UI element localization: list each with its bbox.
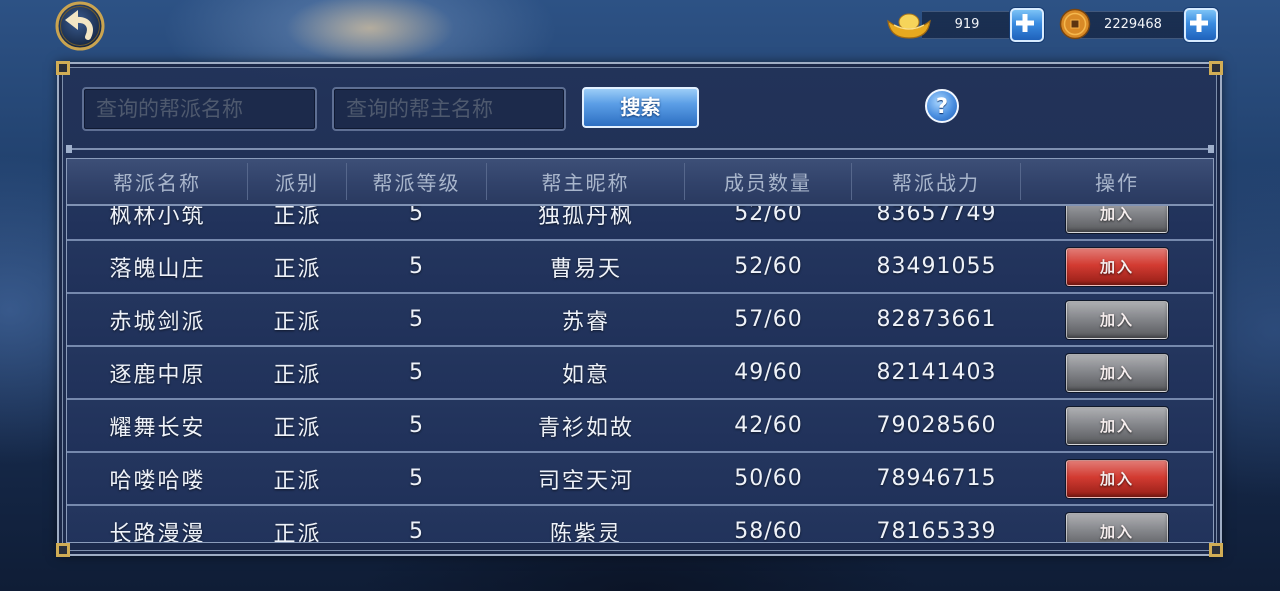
- join-guild-button[interactable]: 加入: [1066, 512, 1168, 542]
- table-row: 落魄山庄 正派 5 曹易天 52/60 83491055 加入: [67, 241, 1213, 294]
- guild-name-cell: 长路漫漫: [109, 521, 206, 543]
- join-guild-button[interactable]: 加入: [1066, 459, 1168, 498]
- member-count-cell: 52/60: [734, 206, 803, 226]
- guild-level-cell: 5: [409, 206, 425, 226]
- copper-coin-icon: [1059, 8, 1091, 44]
- action-cell: 加入: [1021, 400, 1213, 451]
- guild-level-cell: 5: [409, 413, 425, 438]
- gold-ingot-icon: [886, 9, 932, 45]
- panel-corner-ornament: [56, 543, 70, 557]
- faction-cell: 正派: [273, 256, 322, 282]
- leader-name-cell: 陈紫灵: [549, 521, 622, 543]
- faction-cell: 正派: [273, 468, 322, 494]
- guild-level-cell: 5: [409, 254, 425, 279]
- faction-cell: 正派: [273, 415, 322, 441]
- add-gold-button[interactable]: [1010, 8, 1044, 42]
- leader-name-cell: 如意: [561, 362, 610, 388]
- table-row: 长路漫漫 正派 5 陈紫灵 58/60 78165339 加入: [67, 506, 1213, 542]
- join-guild-button[interactable]: 加入: [1066, 353, 1168, 392]
- guild-level-cell: 5: [409, 307, 425, 332]
- table-header: 帮派名称 派别 帮派等级 帮主昵称 成员数量 帮派战力 操作: [67, 159, 1213, 206]
- divider-end-ornament: [1208, 145, 1214, 153]
- table-row: 逐鹿中原 正派 5 如意 49/60 82141403 加入: [67, 347, 1213, 400]
- member-count-cell: 58/60: [734, 519, 803, 542]
- member-count-cell: 57/60: [734, 307, 803, 332]
- join-guild-button[interactable]: 加入: [1066, 247, 1168, 286]
- back-button[interactable]: [54, 0, 106, 52]
- faction-cell: 正派: [273, 521, 322, 543]
- back-arrow-icon: [55, 1, 105, 51]
- column-header-guild-name: 帮派名称: [67, 163, 248, 200]
- divider-end-ornament: [66, 145, 72, 153]
- guild-table: 帮派名称 派别 帮派等级 帮主昵称 成员数量 帮派战力 操作 枫林小筑 正派 5…: [66, 158, 1214, 543]
- join-guild-button[interactable]: 加入: [1066, 406, 1168, 445]
- add-copper-button[interactable]: [1184, 8, 1218, 42]
- member-count-cell: 52/60: [734, 254, 803, 279]
- action-cell: 加入: [1021, 453, 1213, 504]
- guild-name-cell: 赤城剑派: [109, 309, 206, 335]
- guild-power-cell: 83491055: [876, 254, 997, 279]
- section-divider: [66, 148, 1214, 150]
- panel-corner-ornament: [1209, 543, 1223, 557]
- table-body-scroll-area[interactable]: 枫林小筑 正派 5 独孤丹枫 52/60 83657749 加入 落魄山庄 正派…: [67, 206, 1213, 542]
- guild-name-cell: 耀舞长安: [109, 415, 206, 441]
- faction-cell: 正派: [273, 362, 322, 388]
- guild-name-cell: 逐鹿中原: [109, 362, 206, 388]
- panel-corner-ornament: [1209, 61, 1223, 75]
- guild-level-cell: 5: [409, 360, 425, 385]
- table-rows: 枫林小筑 正派 5 独孤丹枫 52/60 83657749 加入 落魄山庄 正派…: [67, 206, 1213, 542]
- faction-cell: 正派: [273, 309, 322, 335]
- guild-name-cell: 落魄山庄: [109, 256, 206, 282]
- guild-name-cell: 枫林小筑: [109, 206, 206, 229]
- gold-ingot-value: 919: [922, 11, 1012, 39]
- leader-name-search-input[interactable]: [332, 87, 566, 131]
- member-count-cell: 50/60: [734, 466, 803, 491]
- panel-corner-ornament: [56, 61, 70, 75]
- leader-name-cell: 青衫如故: [537, 415, 634, 441]
- guild-power-cell: 79028560: [876, 413, 997, 438]
- plus-icon: [1190, 14, 1208, 32]
- table-row: 哈喽哈喽 正派 5 司空天河 50/60 78946715 加入: [67, 453, 1213, 506]
- guild-power-cell: 78946715: [876, 466, 997, 491]
- help-icon[interactable]: ?: [925, 89, 959, 123]
- copper-coin-value: 2229468: [1080, 11, 1186, 39]
- action-cell: 加入: [1021, 294, 1213, 345]
- table-row: 耀舞长安 正派 5 青衫如故 42/60 79028560 加入: [67, 400, 1213, 453]
- column-header-guild-power: 帮派战力: [852, 163, 1021, 200]
- table-row: 枫林小筑 正派 5 独孤丹枫 52/60 83657749 加入: [67, 206, 1213, 241]
- guild-level-cell: 5: [409, 466, 425, 491]
- table-row: 赤城剑派 正派 5 苏睿 57/60 82873661 加入: [67, 294, 1213, 347]
- action-cell: 加入: [1021, 241, 1213, 292]
- leader-name-cell: 独孤丹枫: [537, 206, 634, 229]
- leader-name-cell: 苏睿: [561, 309, 610, 335]
- join-guild-button[interactable]: 加入: [1066, 206, 1168, 233]
- plus-icon: [1016, 14, 1034, 32]
- guild-name-search-input[interactable]: [82, 87, 317, 131]
- guild-power-cell: 82141403: [876, 360, 997, 385]
- guild-list-screen: 919 2229468 查询的帮派名称 查询的帮主名称 搜索 ? 帮派名称 派别…: [0, 0, 1280, 591]
- member-count-cell: 42/60: [734, 413, 803, 438]
- faction-cell: 正派: [273, 206, 322, 229]
- column-header-leader-name: 帮主昵称: [487, 163, 685, 200]
- search-button[interactable]: 搜索: [582, 87, 699, 128]
- guild-level-cell: 5: [409, 519, 425, 542]
- action-cell: 加入: [1021, 506, 1213, 542]
- action-cell: 加入: [1021, 206, 1213, 239]
- guild-power-cell: 82873661: [876, 307, 997, 332]
- leader-name-cell: 曹易天: [549, 256, 622, 282]
- action-cell: 加入: [1021, 347, 1213, 398]
- member-count-cell: 49/60: [734, 360, 803, 385]
- column-header-faction: 派别: [248, 163, 347, 200]
- join-guild-button[interactable]: 加入: [1066, 300, 1168, 339]
- guild-power-cell: 78165339: [876, 519, 997, 542]
- leader-name-cell: 司空天河: [537, 468, 634, 494]
- column-header-action: 操作: [1095, 171, 1139, 195]
- guild-name-cell: 哈喽哈喽: [109, 468, 206, 494]
- column-header-guild-level: 帮派等级: [347, 163, 487, 200]
- column-header-member-count: 成员数量: [685, 163, 852, 200]
- guild-power-cell: 83657749: [876, 206, 997, 226]
